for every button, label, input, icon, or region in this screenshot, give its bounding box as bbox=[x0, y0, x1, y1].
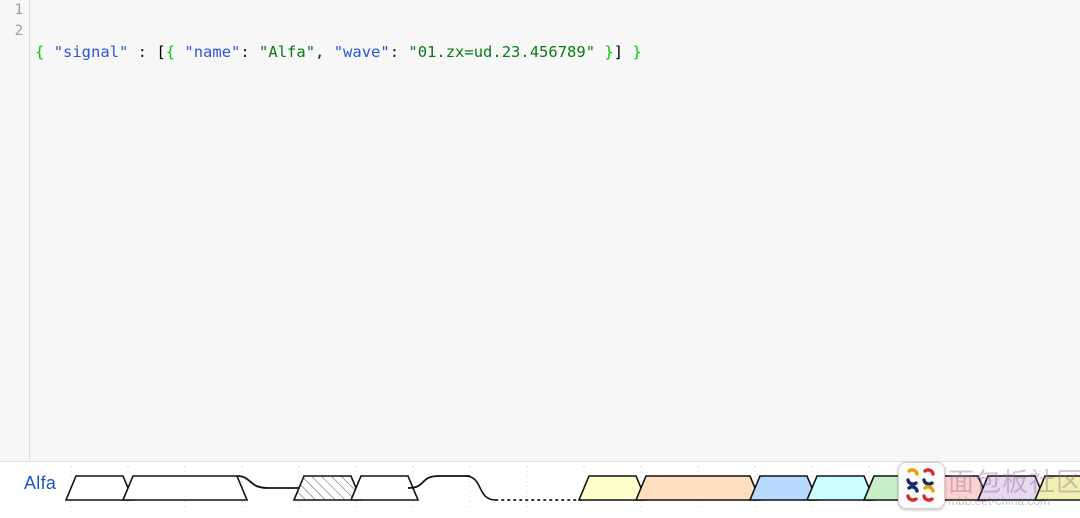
code-line-2[interactable] bbox=[35, 105, 1080, 126]
code-token-8: : bbox=[240, 43, 260, 61]
waveform-diagram bbox=[64, 466, 1080, 510]
line-number-gutter: 12 bbox=[0, 0, 30, 461]
waveform-pane: Alfa bbox=[0, 461, 1080, 517]
wave-segment-9-bus-4 bbox=[748, 475, 819, 501]
code-area[interactable]: { "signal" : [{ "name": "Alfa", "wave": … bbox=[31, 0, 1080, 461]
wavedrom-editor-window: 12 { "signal" : [{ "name": "Alfa", "wave… bbox=[0, 0, 1080, 517]
wave-segment-2-highz bbox=[236, 475, 299, 489]
wave-segment-7-bus-2 bbox=[577, 475, 648, 501]
wave-segment-12-bus-7 bbox=[919, 475, 990, 501]
line-number-1: 1 bbox=[14, 2, 23, 18]
code-token-17 bbox=[623, 43, 632, 61]
wave-segment-13-bus-8 bbox=[976, 475, 1047, 501]
wave-segment-3-unknown bbox=[292, 475, 363, 501]
wave-segment-14-bus-9 bbox=[1033, 475, 1080, 501]
line-number-2: 2 bbox=[14, 23, 23, 39]
wave-segment-1-bus-1 bbox=[121, 475, 249, 501]
json-editor-pane[interactable]: 12 { "signal" : [{ "name": "Alfa", "wave… bbox=[0, 0, 1080, 461]
code-token-11: "wave" bbox=[333, 43, 390, 61]
code-token-4: [ bbox=[156, 43, 166, 61]
code-token-7: "name" bbox=[184, 43, 241, 61]
code-line-1[interactable]: { "signal" : [{ "name": "Alfa", "wave": … bbox=[35, 42, 1080, 63]
wave-segment-5-pullup bbox=[407, 475, 470, 489]
wave-segment-0-bus-0 bbox=[64, 475, 135, 501]
code-token-10: , bbox=[315, 43, 334, 61]
code-token-16: ] bbox=[613, 43, 624, 61]
code-token-14 bbox=[595, 43, 604, 61]
wave-segment-8-bus-3 bbox=[634, 475, 762, 501]
code-token-13: "01.zx=ud.23.456789" bbox=[408, 43, 596, 61]
code-token-15: } bbox=[604, 43, 614, 61]
code-token-1 bbox=[44, 43, 53, 61]
wave-segment-4-bus-= bbox=[349, 475, 420, 501]
code-token-5: { bbox=[165, 43, 176, 61]
code-token-6 bbox=[175, 43, 184, 61]
code-token-3: : bbox=[128, 43, 157, 61]
wave-segment-11-bus-6 bbox=[862, 475, 933, 501]
wave-path-layer bbox=[64, 475, 1080, 501]
wave-segment-10-bus-5 bbox=[805, 475, 876, 501]
code-token-18: } bbox=[632, 43, 642, 61]
code-token-2: "signal" bbox=[53, 43, 129, 61]
code-token-9: "Alfa" bbox=[259, 43, 316, 61]
code-token-12: : bbox=[389, 43, 409, 61]
code-token-0: { bbox=[35, 43, 45, 61]
